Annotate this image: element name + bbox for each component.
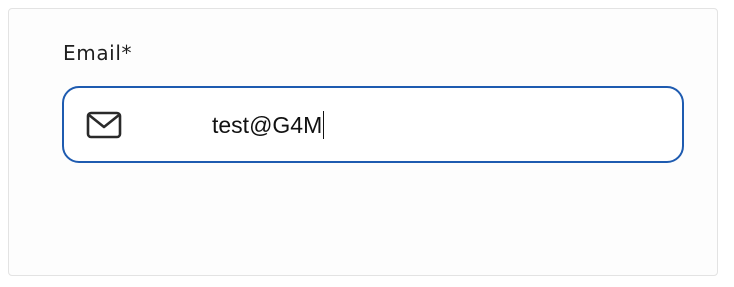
email-value: test@G4M — [212, 112, 323, 138]
text-caret — [323, 111, 325, 139]
form-card: Email* test@G4M — [8, 8, 718, 276]
email-input[interactable]: test@G4M — [212, 110, 325, 140]
mail-icon — [86, 111, 122, 139]
email-label: Email* — [63, 41, 133, 65]
email-field[interactable]: test@G4M — [62, 86, 684, 163]
